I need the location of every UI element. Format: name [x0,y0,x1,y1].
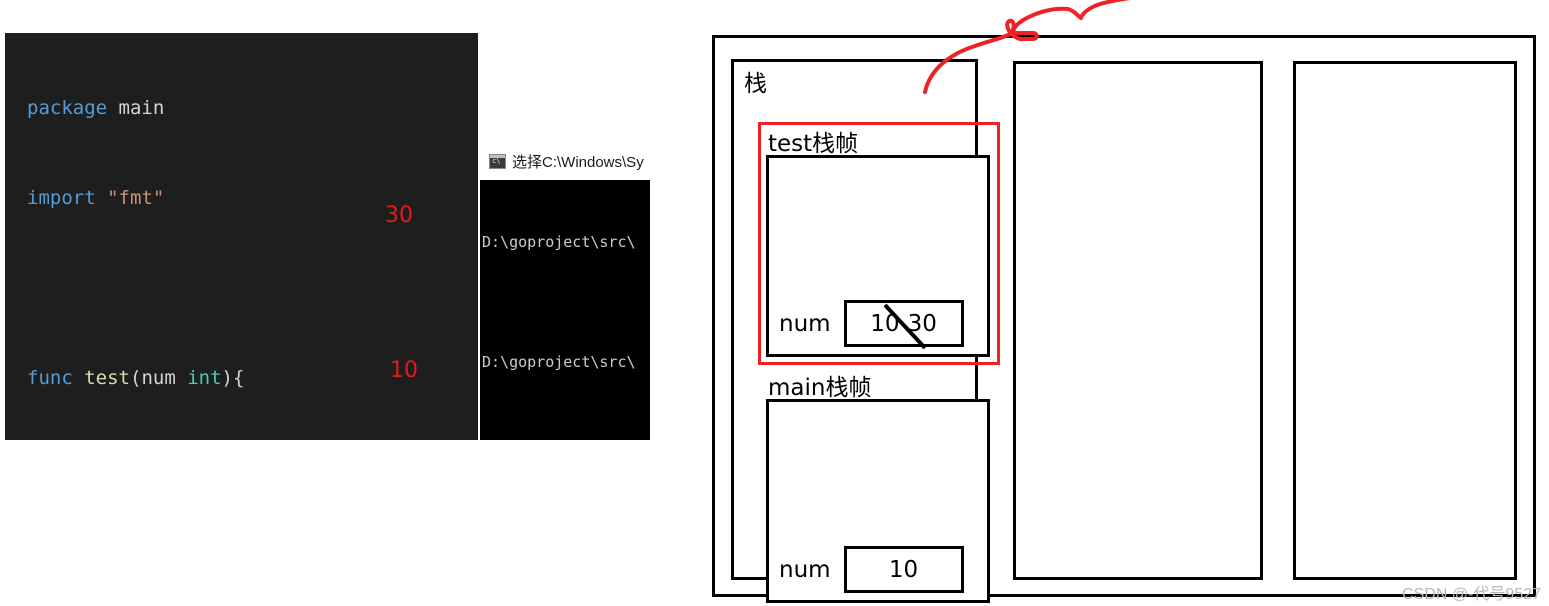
main-frame-title: main栈帧 [768,375,872,401]
code-token-keyword: package [27,97,108,119]
test-frame-var-box: 10 30 [843,300,964,350]
empty-region-box-2 [1293,61,1517,580]
code-token-type: int [187,367,222,389]
console-title-text: 选择C:\Windows\Sy [512,154,644,171]
csdn-watermark: CSDN @-代号9527 [1402,586,1541,603]
main-frame-value: 10 [888,556,919,583]
test-frame-old-value: 10 [870,310,900,337]
console-line: D:\goproject\src\ [482,353,636,371]
test-frame-title: test栈帧 [768,131,859,157]
stack-region-box: 栈 test栈帧 num 10 30 main栈帧 num 10 [731,59,1000,603]
code-token-function: test [84,367,130,389]
main-frame-var-box: 10 [843,546,964,593]
test-frame-var-name: num [779,310,831,337]
annotation-value-30: 30 [385,203,413,228]
main-frame-var-name: num [779,556,831,583]
strikethrough-line [883,303,927,350]
test-frame-body: num 10 30 [766,155,990,357]
empty-region-box-1 [1013,61,1263,580]
memory-diagram: 栈 test栈帧 num 10 30 main栈帧 num 10 [712,35,1536,603]
console-window-icon [489,154,506,169]
code-token-keyword: import [27,187,96,209]
console-window[interactable]: 选择C:\Windows\Sy D:\goproject\src\ D:\gop… [480,143,650,440]
test-frame-new-value: 30 [907,310,937,337]
test-frame-variable-row: num 10 30 [779,300,964,350]
code-editor-panel[interactable]: package main import "fmt" func test(num … [5,33,478,440]
code-line: package main [5,93,478,123]
main-frame-body: num 10 [766,399,990,603]
console-line: D:\goproject\src\ [482,233,636,251]
code-token-identifier: num [141,367,176,389]
console-output: D:\goproject\src\ D:\goproject\src\ D:\g… [480,180,650,440]
code-token-string: "fmt" [107,187,165,209]
code-token-identifier: main [118,97,165,119]
console-title-bar[interactable]: 选择C:\Windows\Sy [480,143,650,180]
annotation-value-10: 10 [390,358,418,383]
stack-label: 栈 [744,71,767,97]
code-token-keyword: func [27,367,73,389]
main-frame-variable-row: num 10 [779,546,964,593]
